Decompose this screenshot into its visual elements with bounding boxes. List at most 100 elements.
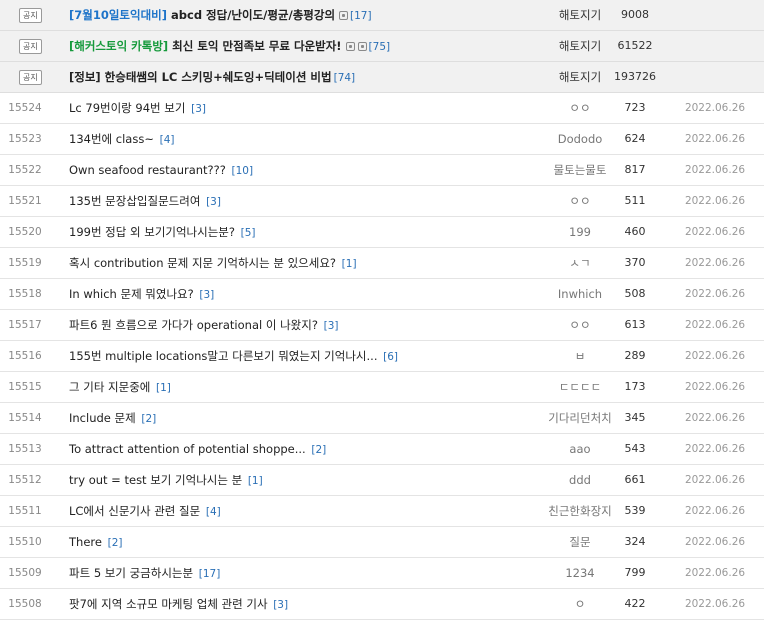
comment-count[interactable]: [5]: [241, 227, 256, 239]
comment-count[interactable]: [2]: [311, 444, 326, 456]
post-date: 2022.06.26: [684, 226, 746, 238]
comment-count[interactable]: [2]: [141, 413, 156, 425]
comment-count[interactable]: [17]: [199, 568, 221, 580]
post-date: 2022.06.26: [684, 474, 746, 486]
post-title-link[interactable]: 팟7에 지역 소규모 마케팅 업체 관련 기사 [3]: [69, 589, 288, 620]
comment-count[interactable]: [75]: [369, 41, 391, 53]
post-title-link[interactable]: 134번에 class~ [4]: [69, 124, 174, 155]
post-row[interactable]: 15514 Include 문제 [2] 기다리던처치 345 2022.06.…: [0, 403, 764, 434]
post-row[interactable]: 15509 파트 5 보기 궁금하시는분 [17] 1234 799 2022.…: [0, 558, 764, 589]
post-title-text: LC에서 신문기사 관련 질문: [69, 504, 201, 518]
notice-row[interactable]: 공지 [해커스토익 카톡방] 최신 토익 만점족보 무료 다운받자! [75] 해…: [0, 31, 764, 62]
post-row[interactable]: 15511 LC에서 신문기사 관련 질문 [4] 친근한화장지 539 202…: [0, 496, 764, 527]
post-title-link[interactable]: 199번 정답 외 보기기억나시는분? [5]: [69, 217, 256, 248]
post-row[interactable]: 15522 Own seafood restaurant??? [10] 물토는…: [0, 155, 764, 186]
post-number: 15521: [8, 195, 42, 207]
post-number: 15517: [8, 319, 42, 331]
post-title-link[interactable]: To attract attention of potential shoppe…: [69, 434, 326, 465]
comment-count[interactable]: [3]: [324, 320, 339, 332]
post-date: 2022.06.26: [684, 350, 746, 362]
post-row[interactable]: 15521 135번 문장삽입질문드려여 [3] ㅇㅇ 511 2022.06.…: [0, 186, 764, 217]
post-title-link[interactable]: Include 문제 [2]: [69, 403, 156, 434]
view-count: 799: [624, 566, 646, 579]
post-row[interactable]: 15519 혹시 contribution 문제 지문 기억하시는 분 있으세요…: [0, 248, 764, 279]
post-date: 2022.06.26: [684, 257, 746, 269]
post-number: 15520: [8, 226, 42, 238]
post-title-link[interactable]: 135번 문장삽입질문드려여 [3]: [69, 186, 221, 217]
view-count: 460: [624, 225, 646, 238]
post-date: 2022.06.26: [684, 319, 746, 331]
post-number: 15522: [8, 164, 42, 176]
notice-title-link[interactable]: [해커스토익 카톡방] 최신 토익 만점족보 무료 다운받자! [75]: [69, 31, 390, 62]
post-row[interactable]: 15523 134번에 class~ [4] Dododo 624 2022.0…: [0, 124, 764, 155]
notice-category: [7월10일토익대비]: [69, 8, 167, 22]
view-count: 173: [624, 380, 646, 393]
post-date: 2022.06.26: [684, 381, 746, 393]
post-row[interactable]: 15515 그 기타 지문중에 [1] ㄷㄷㄷㄷ 173 2022.06.26: [0, 372, 764, 403]
post-title-link[interactable]: 155번 multiple locations말고 다른보기 뭐였는지 기억나시…: [69, 341, 398, 372]
post-title-link[interactable]: Lc 79번이랑 94번 보기 [3]: [69, 93, 206, 124]
post-number: 15511: [8, 505, 42, 517]
post-title-link[interactable]: LC에서 신문기사 관련 질문 [4]: [69, 496, 221, 527]
post-title-link[interactable]: 파트 5 보기 궁금하시는분 [17]: [69, 558, 220, 589]
view-count: 817: [624, 163, 646, 176]
view-count: 370: [624, 256, 646, 269]
post-title-link[interactable]: 혹시 contribution 문제 지문 기억하시는 분 있으세요? [1]: [69, 248, 357, 279]
comment-count[interactable]: [4]: [160, 134, 175, 146]
post-row[interactable]: 15512 try out = test 보기 기억나시는 분 [1] ddd …: [0, 465, 764, 496]
comment-count[interactable]: [1]: [248, 475, 263, 487]
post-row[interactable]: 15520 199번 정답 외 보기기억나시는분? [5] 199 460 20…: [0, 217, 764, 248]
view-count: 324: [624, 535, 646, 548]
post-title-link[interactable]: 파트6 뭔 흐름으로 가다가 operational 이 나왔지? [3]: [69, 310, 338, 341]
comment-count[interactable]: [74]: [334, 72, 356, 84]
comment-count[interactable]: [6]: [383, 351, 398, 363]
notice-title-link[interactable]: [7월10일토익대비] abcd 정답/난이도/평균/총평강의 [17]: [69, 0, 372, 31]
comment-count[interactable]: [3]: [199, 289, 214, 301]
notice-badge: 공지: [19, 8, 42, 23]
post-date: 2022.06.26: [684, 102, 746, 114]
post-title-link[interactable]: try out = test 보기 기억나시는 분 [1]: [69, 465, 263, 496]
post-title-text: 134번에 class~: [69, 132, 154, 146]
post-row[interactable]: 15524 Lc 79번이랑 94번 보기 [3] ㅇㅇ 723 2022.06…: [0, 93, 764, 124]
post-title-text: 혹시 contribution 문제 지문 기억하시는 분 있으세요?: [69, 256, 337, 270]
image-icon: [345, 42, 355, 51]
post-title-text: 199번 정답 외 보기기억나시는분?: [69, 225, 235, 239]
post-number: 15512: [8, 474, 42, 486]
view-count: 661: [624, 473, 646, 486]
notice-title-link[interactable]: [정보] 한승태쌤의 LC 스키밍+쉐도잉+딕테이션 비법 [74]: [69, 62, 355, 93]
comment-count[interactable]: [3]: [273, 599, 288, 611]
post-date: 2022.06.26: [684, 443, 746, 455]
comment-count[interactable]: [10]: [232, 165, 254, 177]
post-number: 15519: [8, 257, 42, 269]
view-count: 511: [624, 194, 646, 207]
post-title-link[interactable]: 그 기타 지문중에 [1]: [69, 372, 171, 403]
post-title-text: 그 기타 지문중에: [69, 380, 151, 394]
post-row[interactable]: 15510 There [2] 질문 324 2022.06.26: [0, 527, 764, 558]
notice-row[interactable]: 공지 [정보] 한승태쌤의 LC 스키밍+쉐도잉+딕테이션 비법 [74] 해토지…: [0, 62, 764, 93]
post-row[interactable]: 15517 파트6 뭔 흐름으로 가다가 operational 이 나왔지? …: [0, 310, 764, 341]
comment-count[interactable]: [3]: [191, 103, 206, 115]
post-title-link[interactable]: In which 문제 뭐였나요? [3]: [69, 279, 214, 310]
post-row[interactable]: 15513 To attract attention of potential …: [0, 434, 764, 465]
post-number: 15513: [8, 443, 42, 455]
post-row[interactable]: 15516 155번 multiple locations말고 다른보기 뭐였는…: [0, 341, 764, 372]
post-date: 2022.06.26: [684, 133, 746, 145]
comment-count[interactable]: [1]: [156, 382, 171, 394]
comment-count[interactable]: [17]: [350, 10, 372, 22]
post-title-text: In which 문제 뭐였나요?: [69, 287, 194, 301]
notice-row[interactable]: 공지 [7월10일토익대비] abcd 정답/난이도/평균/총평강의 [17] 해…: [0, 0, 764, 31]
post-date: 2022.06.26: [684, 195, 746, 207]
post-number: 15509: [8, 567, 42, 579]
post-number: 15510: [8, 536, 42, 548]
post-title-link[interactable]: Own seafood restaurant??? [10]: [69, 155, 253, 186]
post-row[interactable]: 15508 팟7에 지역 소규모 마케팅 업체 관련 기사 [3] ㅇ 422 …: [0, 589, 764, 620]
post-list: 공지 [7월10일토익대비] abcd 정답/난이도/평균/총평강의 [17] 해…: [0, 0, 764, 620]
post-date: 2022.06.26: [684, 567, 746, 579]
view-count: 422: [624, 597, 646, 610]
comment-count[interactable]: [2]: [108, 537, 123, 549]
comment-count[interactable]: [1]: [342, 258, 357, 270]
comment-count[interactable]: [3]: [206, 196, 221, 208]
comment-count[interactable]: [4]: [206, 506, 221, 518]
post-row[interactable]: 15518 In which 문제 뭐였나요? [3] Inwhich 508 …: [0, 279, 764, 310]
post-title-link[interactable]: There [2]: [69, 527, 122, 558]
